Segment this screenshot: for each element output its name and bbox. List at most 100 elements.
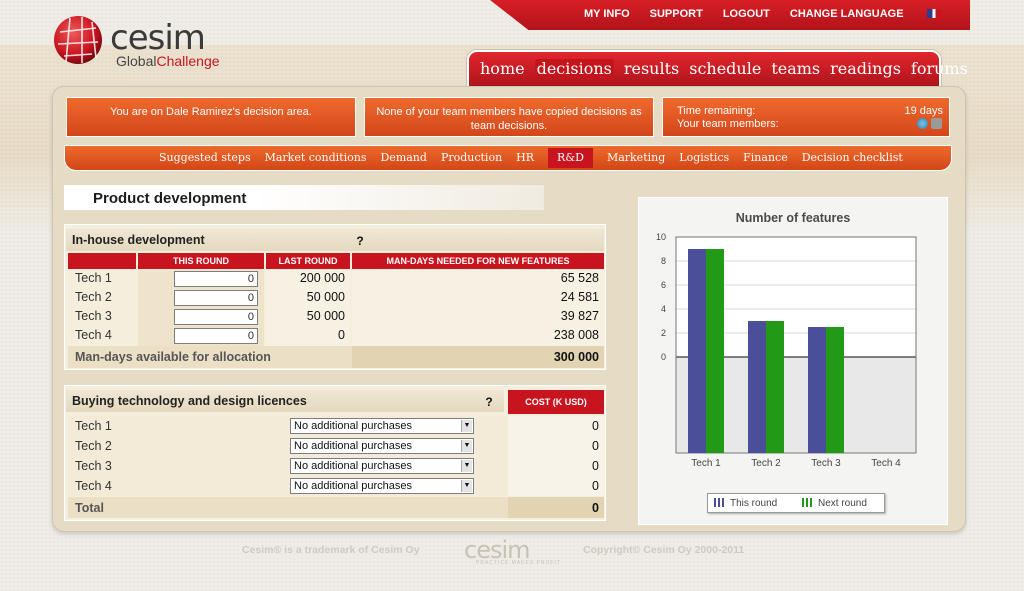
brand-name: cesim bbox=[110, 18, 206, 58]
bar bbox=[748, 321, 766, 453]
tech1-needed: 65 528 bbox=[560, 271, 599, 285]
inhouse-row-label: Tech 4 bbox=[75, 328, 112, 342]
copied-decisions-notice: None of your team members have copied de… bbox=[364, 97, 654, 137]
tech4-needed: 238 008 bbox=[553, 328, 599, 342]
licence-row-label: Tech 1 bbox=[75, 419, 112, 433]
legend-this-round: This round bbox=[714, 498, 777, 509]
tech4-licence-cost: 0 bbox=[592, 479, 599, 493]
tech2-licence-select[interactable]: No additional purchases ▼ bbox=[290, 438, 474, 454]
main-nav: home decisions results schedule teams re… bbox=[480, 59, 978, 78]
subnav-marketing[interactable]: Marketing bbox=[607, 151, 665, 168]
footer-copyright: Copyright© Cesim Oy 2000-2011 bbox=[583, 544, 745, 556]
tab-readings[interactable]: readings bbox=[830, 59, 901, 78]
features-chart: 0 2 4 6 8 10 Tech 1 Tech 2 Tech 3 Tech 4 bbox=[656, 232, 917, 469]
subnav-demand[interactable]: Demand bbox=[380, 151, 426, 168]
decision-area-notice: You are on Dale Ramirez's decision area. bbox=[66, 97, 356, 137]
tech4-last-round: 0 bbox=[338, 328, 345, 342]
total-label: Total bbox=[75, 501, 104, 515]
tech3-this-round-input[interactable]: 0 bbox=[174, 309, 258, 325]
tech4-this-round-input[interactable]: 0 bbox=[174, 328, 258, 344]
decision-subnav: Suggested steps Market conditions Demand… bbox=[159, 148, 917, 168]
utility-links: MY INFO SUPPORT LOGOUT CHANGE LANGUAGE bbox=[584, 8, 961, 20]
tab-schedule[interactable]: schedule bbox=[689, 59, 761, 78]
subnav-production[interactable]: Production bbox=[441, 151, 502, 168]
logout-link[interactable]: LOGOUT bbox=[723, 8, 770, 20]
y-tick-label: 6 bbox=[661, 280, 666, 290]
support-link[interactable]: SUPPORT bbox=[650, 8, 703, 20]
tab-decisions[interactable]: decisions bbox=[534, 59, 614, 78]
inhouse-title: In-house development bbox=[72, 233, 205, 247]
tech2-last-round: 50 000 bbox=[306, 290, 345, 304]
help-icon[interactable]: ? bbox=[354, 235, 366, 248]
x-tick-label: Tech 4 bbox=[871, 458, 901, 469]
tech3-licence-select[interactable]: No additional purchases ▼ bbox=[290, 458, 474, 474]
change-language-link[interactable]: CHANGE LANGUAGE bbox=[790, 8, 941, 20]
bar-chart-icon bbox=[802, 498, 812, 507]
col-this-round: THIS ROUND bbox=[138, 253, 264, 269]
chart-legend: This round Next round bbox=[707, 493, 885, 513]
col-man-days-needed: MAN-DAYS NEEDED FOR NEW FEATURES bbox=[352, 253, 604, 269]
inhouse-row-label: Tech 3 bbox=[75, 309, 112, 323]
tab-home[interactable]: home bbox=[480, 59, 525, 78]
legend-next-round: Next round bbox=[802, 498, 867, 509]
globe-logo-icon bbox=[54, 16, 102, 64]
dropdown-arrow-icon: ▼ bbox=[461, 460, 472, 472]
tech1-this-round-input[interactable]: 0 bbox=[174, 271, 258, 287]
dropdown-arrow-icon: ▼ bbox=[461, 440, 472, 452]
available-label: Man-days available for allocation bbox=[75, 350, 271, 364]
tech3-last-round: 50 000 bbox=[306, 309, 345, 323]
x-tick-label: Tech 2 bbox=[751, 458, 781, 469]
uk-flag-icon bbox=[926, 9, 941, 18]
y-tick-label: 8 bbox=[661, 256, 666, 266]
dropdown-arrow-icon: ▼ bbox=[461, 480, 472, 492]
tab-teams[interactable]: teams bbox=[771, 59, 820, 78]
inhouse-row-label: Tech 2 bbox=[75, 290, 112, 304]
licence-row-label: Tech 3 bbox=[75, 459, 112, 473]
cesim-logo[interactable]: cesim GlobalChallenge bbox=[52, 14, 252, 74]
y-tick-label: 10 bbox=[656, 232, 666, 242]
brand-subtitle: GlobalChallenge bbox=[116, 53, 220, 69]
time-remaining-box: Time remaining: Your team members: 19 da… bbox=[662, 97, 950, 137]
inhouse-row-label: Tech 1 bbox=[75, 271, 112, 285]
y-tick-label: 0 bbox=[661, 352, 666, 362]
subnav-market-conditions[interactable]: Market conditions bbox=[265, 151, 367, 168]
tech3-licence-cost: 0 bbox=[592, 459, 599, 473]
my-info-link[interactable]: MY INFO bbox=[584, 8, 630, 20]
available-value: 300 000 bbox=[553, 350, 599, 364]
subnav-logistics[interactable]: Logistics bbox=[679, 151, 729, 168]
help-icon[interactable]: ? bbox=[483, 396, 495, 409]
inhouse-header-blank bbox=[68, 253, 136, 269]
subnav-decision-checklist[interactable]: Decision checklist bbox=[802, 151, 903, 168]
tech4-licence-select[interactable]: No additional purchases ▼ bbox=[290, 478, 474, 494]
bar bbox=[826, 327, 844, 453]
bar bbox=[766, 321, 784, 453]
subnav-rd[interactable]: R&D bbox=[548, 148, 593, 168]
bar bbox=[808, 327, 826, 453]
subnav-suggested-steps[interactable]: Suggested steps bbox=[159, 151, 251, 168]
page-title: Product development bbox=[93, 190, 247, 207]
team-member-avatar-icon[interactable] bbox=[917, 118, 928, 129]
col-last-round: LAST ROUND bbox=[266, 253, 350, 269]
team-members-label: Your team members: bbox=[677, 118, 779, 130]
tech3-needed: 39 827 bbox=[560, 309, 599, 323]
footer-trademark: Cesim® is a trademark of Cesim Oy bbox=[242, 544, 420, 556]
dropdown-arrow-icon: ▼ bbox=[461, 420, 472, 432]
bar-chart-icon bbox=[714, 498, 724, 507]
tab-results[interactable]: results bbox=[624, 59, 679, 78]
time-remaining-value: 19 days bbox=[904, 105, 943, 117]
tech2-licence-cost: 0 bbox=[592, 439, 599, 453]
subnav-hr[interactable]: HR bbox=[516, 151, 534, 168]
licence-row-label: Tech 2 bbox=[75, 439, 112, 453]
x-tick-label: Tech 3 bbox=[811, 458, 841, 469]
x-tick-label: Tech 1 bbox=[691, 458, 721, 469]
col-cost: COST (K USD) bbox=[508, 390, 604, 414]
tech1-licence-cost: 0 bbox=[592, 419, 599, 433]
total-value: 0 bbox=[592, 501, 599, 515]
tech2-needed: 24 581 bbox=[560, 290, 599, 304]
team-member-avatar-icon[interactable] bbox=[931, 118, 942, 129]
licence-row-label: Tech 4 bbox=[75, 479, 112, 493]
tab-forums[interactable]: forums bbox=[911, 59, 968, 78]
tech1-licence-select[interactable]: No additional purchases ▼ bbox=[290, 418, 474, 434]
subnav-finance[interactable]: Finance bbox=[743, 151, 788, 168]
tech2-this-round-input[interactable]: 0 bbox=[174, 290, 258, 306]
